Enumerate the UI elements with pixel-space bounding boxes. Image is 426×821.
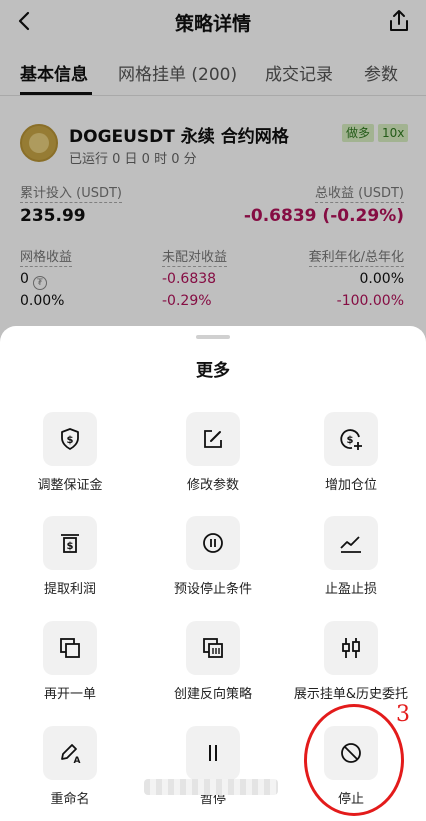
edit-icon bbox=[186, 412, 240, 466]
pause-button[interactable]: 暂停 bbox=[148, 726, 278, 821]
withdraw-profit-button[interactable]: $ 提取利润 bbox=[5, 516, 135, 612]
open-again-button[interactable]: 再开一单 bbox=[5, 621, 135, 717]
annotation-circle bbox=[304, 704, 404, 816]
rename-pen-icon: A bbox=[43, 726, 97, 780]
sheet-drag-handle[interactable] bbox=[196, 335, 230, 339]
svg-text:$: $ bbox=[67, 435, 74, 446]
preset-stop-button[interactable]: 预设停止条件 bbox=[148, 516, 278, 612]
copy-icon bbox=[43, 621, 97, 675]
trend-line-icon bbox=[324, 516, 378, 570]
sheet-title: 更多 bbox=[196, 361, 230, 381]
rename-button[interactable]: A 重命名 bbox=[5, 726, 135, 821]
add-position-button[interactable]: $ 增加仓位 bbox=[286, 412, 416, 508]
reverse-icon bbox=[186, 621, 240, 675]
svg-text:A: A bbox=[74, 756, 81, 765]
shield-dollar-icon: $ bbox=[43, 412, 97, 466]
svg-text:$: $ bbox=[67, 541, 74, 552]
pause-circle-icon bbox=[186, 516, 240, 570]
strategy-detail-page: 策略详情 基本信息 网格挂单 (200) 成交记录 参数 DOGEUSDT 永续… bbox=[0, 0, 426, 821]
add-dollar-icon: $ bbox=[324, 412, 378, 466]
annotation-number: 3 bbox=[396, 702, 410, 727]
svg-text:$: $ bbox=[347, 435, 354, 446]
take-profit-stop-loss-button[interactable]: 止盈止损 bbox=[286, 516, 416, 612]
candlestick-icon bbox=[324, 621, 378, 675]
withdraw-icon: $ bbox=[43, 516, 97, 570]
edit-params-button[interactable]: 修改参数 bbox=[148, 412, 278, 508]
blurred-overlay bbox=[144, 779, 278, 795]
adjust-margin-button[interactable]: $ 调整保证金 bbox=[5, 412, 135, 508]
create-reverse-strategy-button[interactable]: 创建反向策略 bbox=[148, 621, 278, 717]
pause-icon bbox=[186, 726, 240, 780]
